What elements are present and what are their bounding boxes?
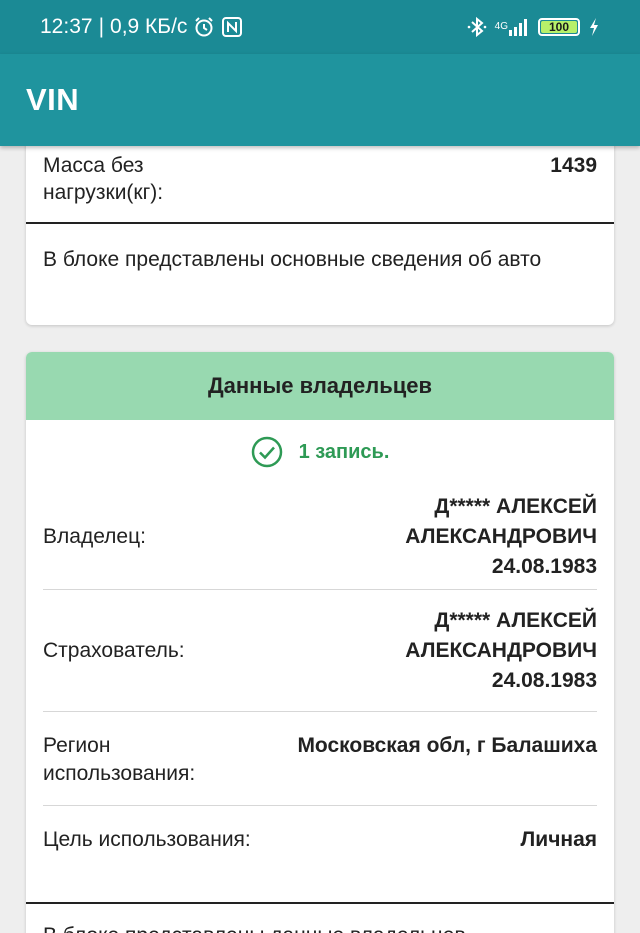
records-text: 1 запись. — [298, 440, 390, 463]
owner-birthdate: 24.08.1983 — [491, 554, 597, 578]
purpose-row: Цель использования: Личная — [26, 806, 614, 899]
scroll-content[interactable]: Масса без нагрузки(кг): 1439 В блоке пре… — [0, 146, 640, 933]
owners-card: Данные владельцев 1 запись. Владелец: Д*… — [26, 352, 614, 933]
insurer-label: Страхователь: — [43, 638, 185, 662]
check-circle-icon — [251, 436, 283, 468]
status-right: 4G 100 — [467, 16, 600, 38]
owner-label: Владелец: — [43, 524, 146, 548]
owner-name-line-2: АЛЕКСАНДРОВИЧ — [405, 524, 597, 548]
owner-name-line-1: Д***** АЛЕКСЕЙ — [434, 494, 597, 518]
alarm-icon — [193, 16, 215, 38]
insurer-name-line-2: АЛЕКСАНДРОВИЧ — [405, 638, 597, 662]
battery-level: 100 — [548, 20, 570, 34]
status-speed: 0,9 КБ/с — [110, 15, 188, 38]
basic-info-card: Масса без нагрузки(кг): 1439 В блоке пре… — [26, 146, 614, 325]
records-count: 1 запись. — [26, 420, 614, 484]
battery-icon: 100 — [538, 18, 580, 36]
insurer-row: Страхователь: Д***** АЛЕКСЕЙ АЛЕКСАНДРОВ… — [26, 590, 614, 711]
purpose-value: Личная — [520, 828, 597, 851]
owners-header: Данные владельцев — [26, 352, 614, 420]
owner-value: Д***** АЛЕКСЕЙ АЛЕКСАНДРОВИЧ 24.08.1983 — [405, 492, 597, 582]
region-row: Регион использования: Московская обл, г … — [26, 712, 614, 805]
basic-info-note: В блоке представлены основные сведения о… — [43, 248, 542, 271]
app-bar: VIN — [0, 54, 640, 146]
app-title: VIN — [26, 82, 80, 117]
region-label: Регион использования: — [43, 734, 196, 785]
insurer-birthdate: 24.08.1983 — [491, 668, 597, 692]
charging-icon — [588, 17, 600, 37]
status-separator: | — [98, 15, 105, 38]
owner-row: Владелец: Д***** АЛЕКСЕЙ АЛЕКСАНДРОВИЧ 2… — [26, 484, 614, 589]
insurer-name-line-1: Д***** АЛЕКСЕЙ — [434, 608, 597, 632]
region-value: Московская обл, г Балашиха — [297, 734, 597, 757]
nfc-icon — [221, 16, 243, 38]
status-left: 12:37 | 0,9 КБ/с — [40, 15, 243, 39]
insurer-value: Д***** АЛЕКСЕЙ АЛЕКСАНДРОВИЧ 24.08.1983 — [405, 606, 597, 696]
owners-note: В блоке представлены данные владельцев — [26, 904, 614, 933]
network-type: 4G — [494, 21, 508, 32]
mass-row: Масса без нагрузки(кг): 1439 — [26, 146, 614, 222]
status-bar: 12:37 | 0,9 КБ/с 4G 100 — [0, 0, 640, 54]
mass-label: Масса без нагрузки(кг): — [43, 154, 164, 204]
bluetooth-icon — [467, 16, 487, 38]
signal-icon: 4G — [495, 18, 530, 36]
purpose-label: Цель использования: — [43, 828, 251, 851]
status-time: 12:37 — [40, 15, 93, 38]
mass-value: 1439 — [550, 154, 597, 177]
